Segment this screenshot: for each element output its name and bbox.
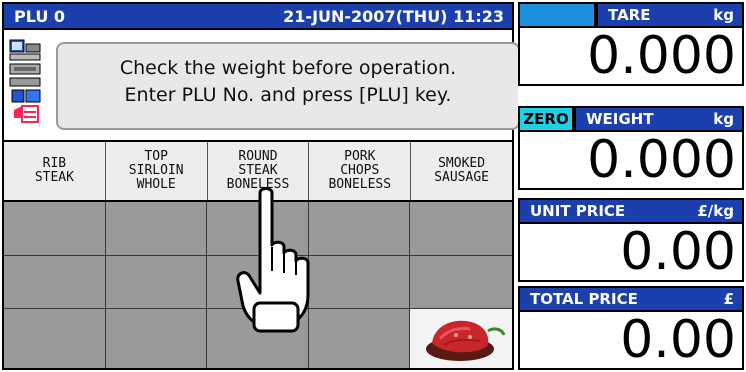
message-line-2: Enter PLU No. and press [PLU] key. [124,84,452,106]
tab-label: SMOKED SAUSAGE [434,156,489,185]
status-header: PLU 0 21-JUN-2007(THU) 11:23 [2,2,514,30]
blank-indicator [518,2,596,28]
plu-key-steak-image[interactable] [410,309,512,368]
unit-price-label-bar: UNIT PRICE £/kg [518,198,744,224]
unit-price-value: 0.00 [518,224,744,282]
value-panel: TARE kg 0.000 ZERO WEIGHT kg 0.000 UNIT … [518,2,744,370]
instruction-message: Check the weight before operation. Enter… [56,42,520,130]
plu-key[interactable] [105,202,207,256]
total-price-label: TOTAL PRICE [530,290,638,308]
tab-smoked-sausage[interactable]: SMOKED SAUSAGE [411,142,512,200]
plu-key[interactable] [410,202,512,256]
date-time: 21-JUN-2007(THU) 11:23 [283,7,504,26]
weight-label: WEIGHT [586,110,654,128]
plu-key[interactable] [4,255,106,309]
unit-price-unit: £/kg [697,202,734,220]
plu-key[interactable] [105,255,207,309]
plu-key[interactable] [410,256,512,309]
steak-image [410,309,512,364]
weight-label-bar: WEIGHT kg [574,106,744,132]
zero-indicator: ZERO [518,106,574,132]
total-price-label-bar: TOTAL PRICE £ [518,286,744,312]
plu-key[interactable] [309,309,410,368]
pointing-hand-icon [236,187,310,333]
weight-unit: kg [713,110,734,128]
tab-pork-chops-boneless[interactable]: PORK CHOPS BONELESS [309,142,412,200]
tab-rib-steak[interactable]: RIB STEAK [4,142,106,200]
message-area: Check the weight before operation. Enter… [2,30,520,142]
unit-price-label: UNIT PRICE [530,202,626,220]
plu-number: PLU 0 [14,7,66,26]
device-icons [8,38,48,134]
tare-unit: kg [713,6,734,24]
device-status-icon [9,39,41,123]
plu-key[interactable] [106,309,207,368]
message-line-1: Check the weight before operation. [119,57,457,79]
tab-label: RIB STEAK [34,156,74,185]
tab-top-sirloin-whole[interactable]: TOP SIRLOIN WHOLE [106,142,208,200]
tare-value: 0.000 [518,28,744,86]
plu-key[interactable] [4,202,106,256]
weight-value: 0.000 [518,132,744,190]
plu-key[interactable] [308,202,410,256]
tab-label: PORK CHOPS BONELESS [328,149,392,192]
plu-key[interactable] [308,255,410,309]
tare-label-bar: TARE kg [596,2,744,28]
total-price-value: 0.00 [518,312,744,370]
plu-key[interactable] [4,309,106,368]
tab-label: TOP SIRLOIN WHOLE [128,149,184,192]
tare-label: TARE [608,6,651,24]
total-price-unit: £ [723,290,734,308]
